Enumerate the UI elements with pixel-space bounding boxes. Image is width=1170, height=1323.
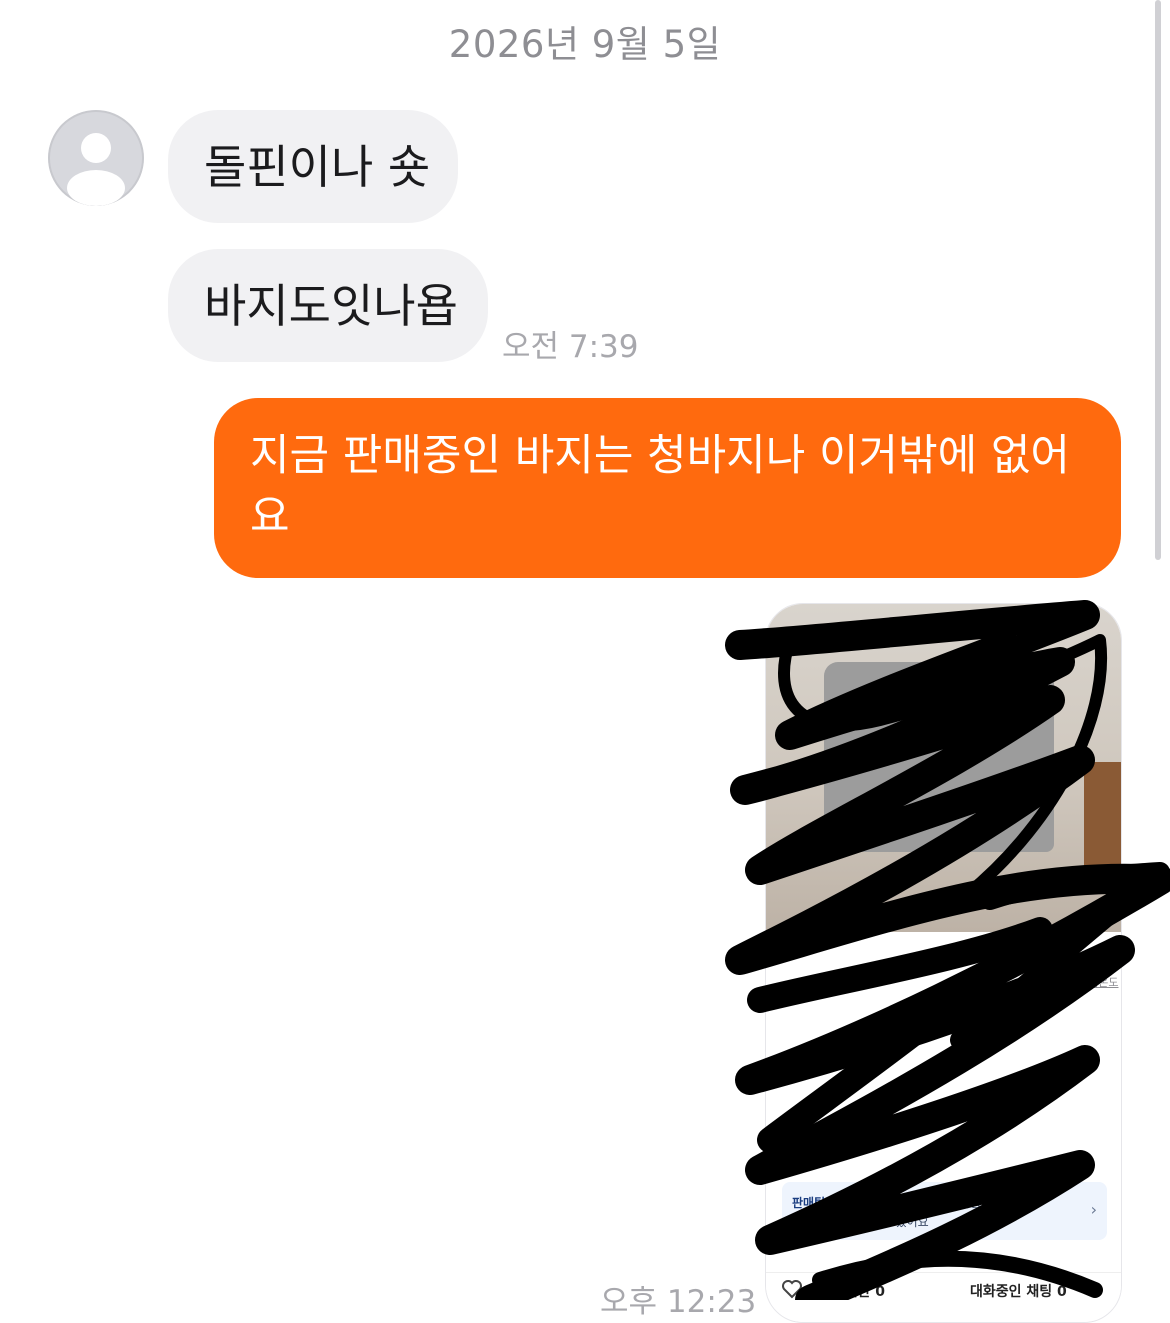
tip-text: 하는 택배로 받을 수 있어요: [792, 1215, 929, 1229]
item-bottom-bar: 가격 제안 0 대화중인 채팅 0: [766, 1272, 1121, 1322]
user-silhouette-icon: [48, 110, 144, 206]
shorts-image: [824, 662, 1054, 852]
avatar[interactable]: [48, 110, 144, 206]
dresser-image: [1084, 762, 1121, 882]
incoming-message[interactable]: 돌핀이나 숏: [168, 110, 458, 223]
tip-label: 판매팁: [792, 1196, 826, 1210]
message-text: 돌핀이나 숏: [204, 139, 431, 194]
price-offer-count: 가격 제안 0: [814, 1284, 886, 1300]
shared-item-screenshot[interactable]: °C 매너온도 판매팁 바로구매 수수료 없이 직접 픽업 하는 택배로 받을 …: [765, 603, 1122, 1323]
manner-temperature: °C: [1046, 954, 1063, 969]
message-timestamp: 오전 7:39: [502, 329, 639, 365]
scrollbar[interactable]: [1155, 0, 1161, 560]
product-photo: [766, 604, 1121, 932]
message-timestamp: 오후 12:23: [600, 1284, 757, 1320]
sales-tip-banner: 판매팁 바로구매 수수료 없이 직접 픽업 하는 택배로 받을 수 있어요 ›: [782, 1182, 1107, 1240]
heart-icon: [780, 1277, 804, 1305]
chatting-count: 대화중인 채팅 0: [970, 1284, 1067, 1300]
date-header: 2026년 9월 5일: [448, 23, 722, 66]
tip-text: 바로구매 수수료 없이 직접 픽업: [848, 1196, 1007, 1210]
message-text: 지금 판매중인 바지는 청바지나 이거밖에 없어요: [250, 431, 1070, 542]
outgoing-message[interactable]: 지금 판매중인 바지는 청바지나 이거밖에 없어요: [214, 398, 1121, 578]
chevron-right-icon: ›: [1090, 1200, 1097, 1219]
message-text: 바지도잇나욥: [204, 278, 458, 333]
manner-temperature-label: 매너온도: [1078, 976, 1119, 989]
product-info: °C 매너온도 판매팁 바로구매 수수료 없이 직접 픽업 하는 택배로 받을 …: [766, 932, 1121, 1322]
incoming-message[interactable]: 바지도잇나욥: [168, 249, 488, 362]
